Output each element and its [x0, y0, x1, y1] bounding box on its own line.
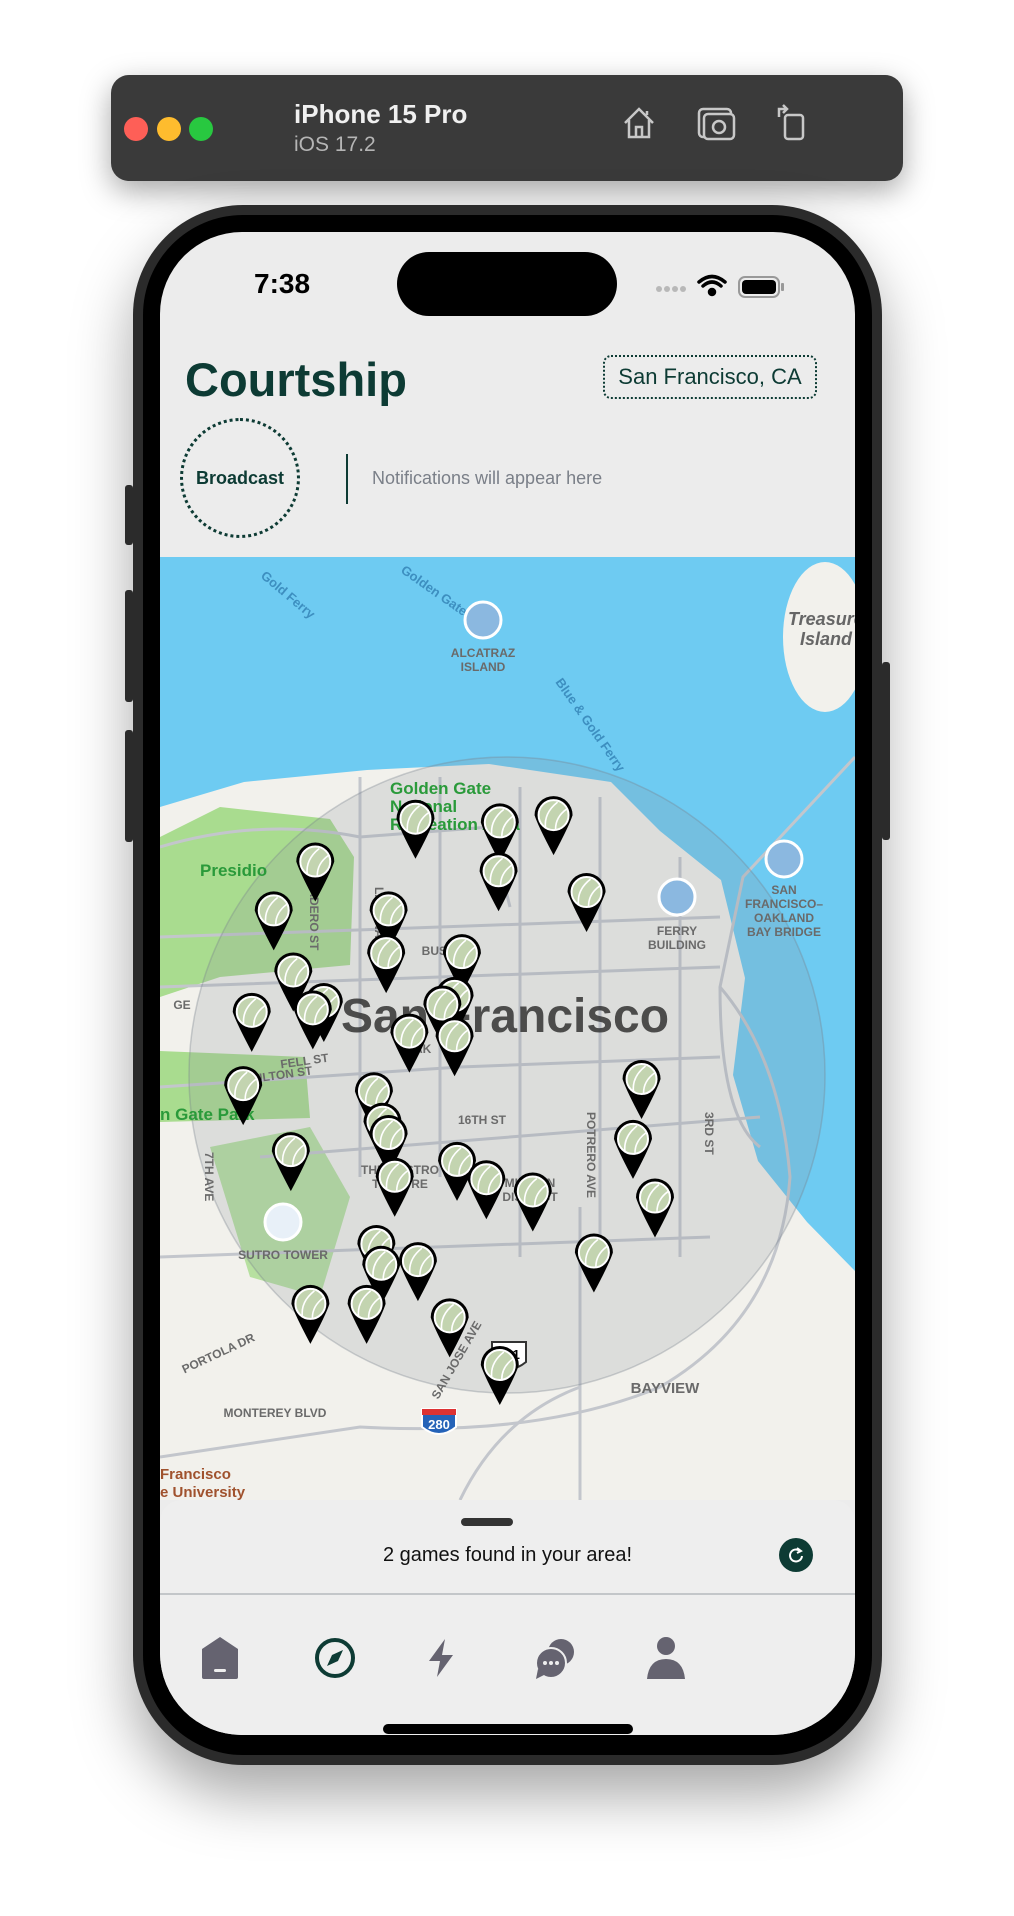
map-label: Francisco — [160, 1466, 231, 1483]
lightning-icon — [429, 1639, 453, 1677]
location-selector[interactable]: San Francisco, CA — [603, 355, 817, 399]
dynamic-island — [397, 252, 617, 316]
interstate-280-shield: 280 — [421, 1408, 457, 1435]
tab-explore[interactable] — [312, 1635, 358, 1681]
power-button — [882, 662, 890, 840]
map-label: BAY BRIDGE — [747, 925, 821, 939]
map-label: SAN — [771, 883, 796, 897]
screenshot-icon[interactable] — [695, 103, 739, 143]
divider — [346, 454, 348, 504]
map-label: Presidio — [200, 861, 267, 880]
city-label: San Francisco — [341, 990, 669, 1043]
home-icon[interactable] — [619, 103, 659, 143]
sutro-tower-icon — [263, 1202, 303, 1242]
map-label: Treasure — [788, 609, 855, 629]
volume-up-button — [125, 590, 133, 702]
map-label: ALCATRAZ — [451, 646, 515, 660]
broadcast-button[interactable]: Broadcast — [180, 418, 300, 538]
map-label: OAKLAND — [754, 911, 814, 925]
map-label: 7TH AVE — [202, 1152, 216, 1201]
tab-activity[interactable] — [418, 1635, 464, 1681]
zoom-window-button[interactable] — [189, 117, 213, 141]
wifi-icon — [697, 274, 727, 297]
sheet-drag-handle[interactable] — [461, 1518, 513, 1526]
map-label: 16TH ST — [458, 1113, 507, 1127]
refresh-button[interactable] — [779, 1538, 813, 1572]
map-label: ISLAND — [461, 660, 506, 674]
map-label: Island — [800, 629, 853, 649]
action-button — [125, 485, 133, 545]
map-label: BUILDING — [648, 938, 706, 952]
os-version: iOS 17.2 — [294, 133, 376, 156]
battery-icon — [738, 276, 784, 298]
games-found-message: 2 games found in your area! — [382, 1544, 633, 1566]
map-label: MONTEREY BLVD — [224, 1406, 327, 1420]
simulator-toolbar: iPhone 15 Pro iOS 17.2 — [111, 75, 903, 181]
map-label: FRANCISCO– — [745, 897, 823, 911]
device-name: iPhone 15 Pro — [294, 99, 468, 129]
signal-icon — [656, 286, 686, 292]
map-label: BAYVIEW — [631, 1380, 700, 1397]
tab-home[interactable] — [197, 1635, 243, 1681]
map-label: FERRY — [657, 924, 697, 938]
map-label: 3RD ST — [702, 1112, 716, 1155]
refresh-icon — [789, 1547, 803, 1563]
tab-profile[interactable] — [643, 1635, 689, 1681]
bay-bridge-icon — [764, 839, 804, 879]
status-time: 7:38 — [254, 268, 311, 299]
map-view[interactable]: Gold Ferry Golden Gate Ferry Blue & Gold… — [160, 557, 855, 1500]
home-indicator — [383, 1724, 633, 1734]
rotate-icon[interactable] — [773, 103, 809, 143]
ferry-building-icon — [657, 877, 697, 917]
alcatraz-icon — [463, 600, 503, 640]
map-label: SUTRO TOWER — [238, 1248, 328, 1262]
notifications-placeholder: Notifications will appear here — [372, 468, 603, 488]
svg-text:280: 280 — [428, 1417, 450, 1432]
close-window-button[interactable] — [124, 117, 148, 141]
app-screen: 7:38 Courtship San Francisco, CA Broadca… — [160, 232, 855, 1735]
map-label: e University — [160, 1484, 246, 1500]
tab-bar — [160, 1595, 855, 1735]
minimize-window-button[interactable] — [157, 117, 181, 141]
app-title: Courtship — [185, 353, 407, 406]
map-label: GE — [173, 998, 190, 1012]
results-sheet[interactable]: 2 games found in your area! — [160, 1500, 855, 1595]
map-label: Golden Gate — [390, 779, 491, 798]
map-label: POTRERO AVE — [584, 1112, 598, 1198]
tab-messages[interactable] — [532, 1635, 578, 1681]
status-icons — [656, 274, 784, 298]
home-icon — [202, 1637, 238, 1679]
person-icon — [647, 1637, 685, 1679]
volume-down-button — [125, 730, 133, 842]
chat-bubbles-icon — [535, 1639, 574, 1679]
